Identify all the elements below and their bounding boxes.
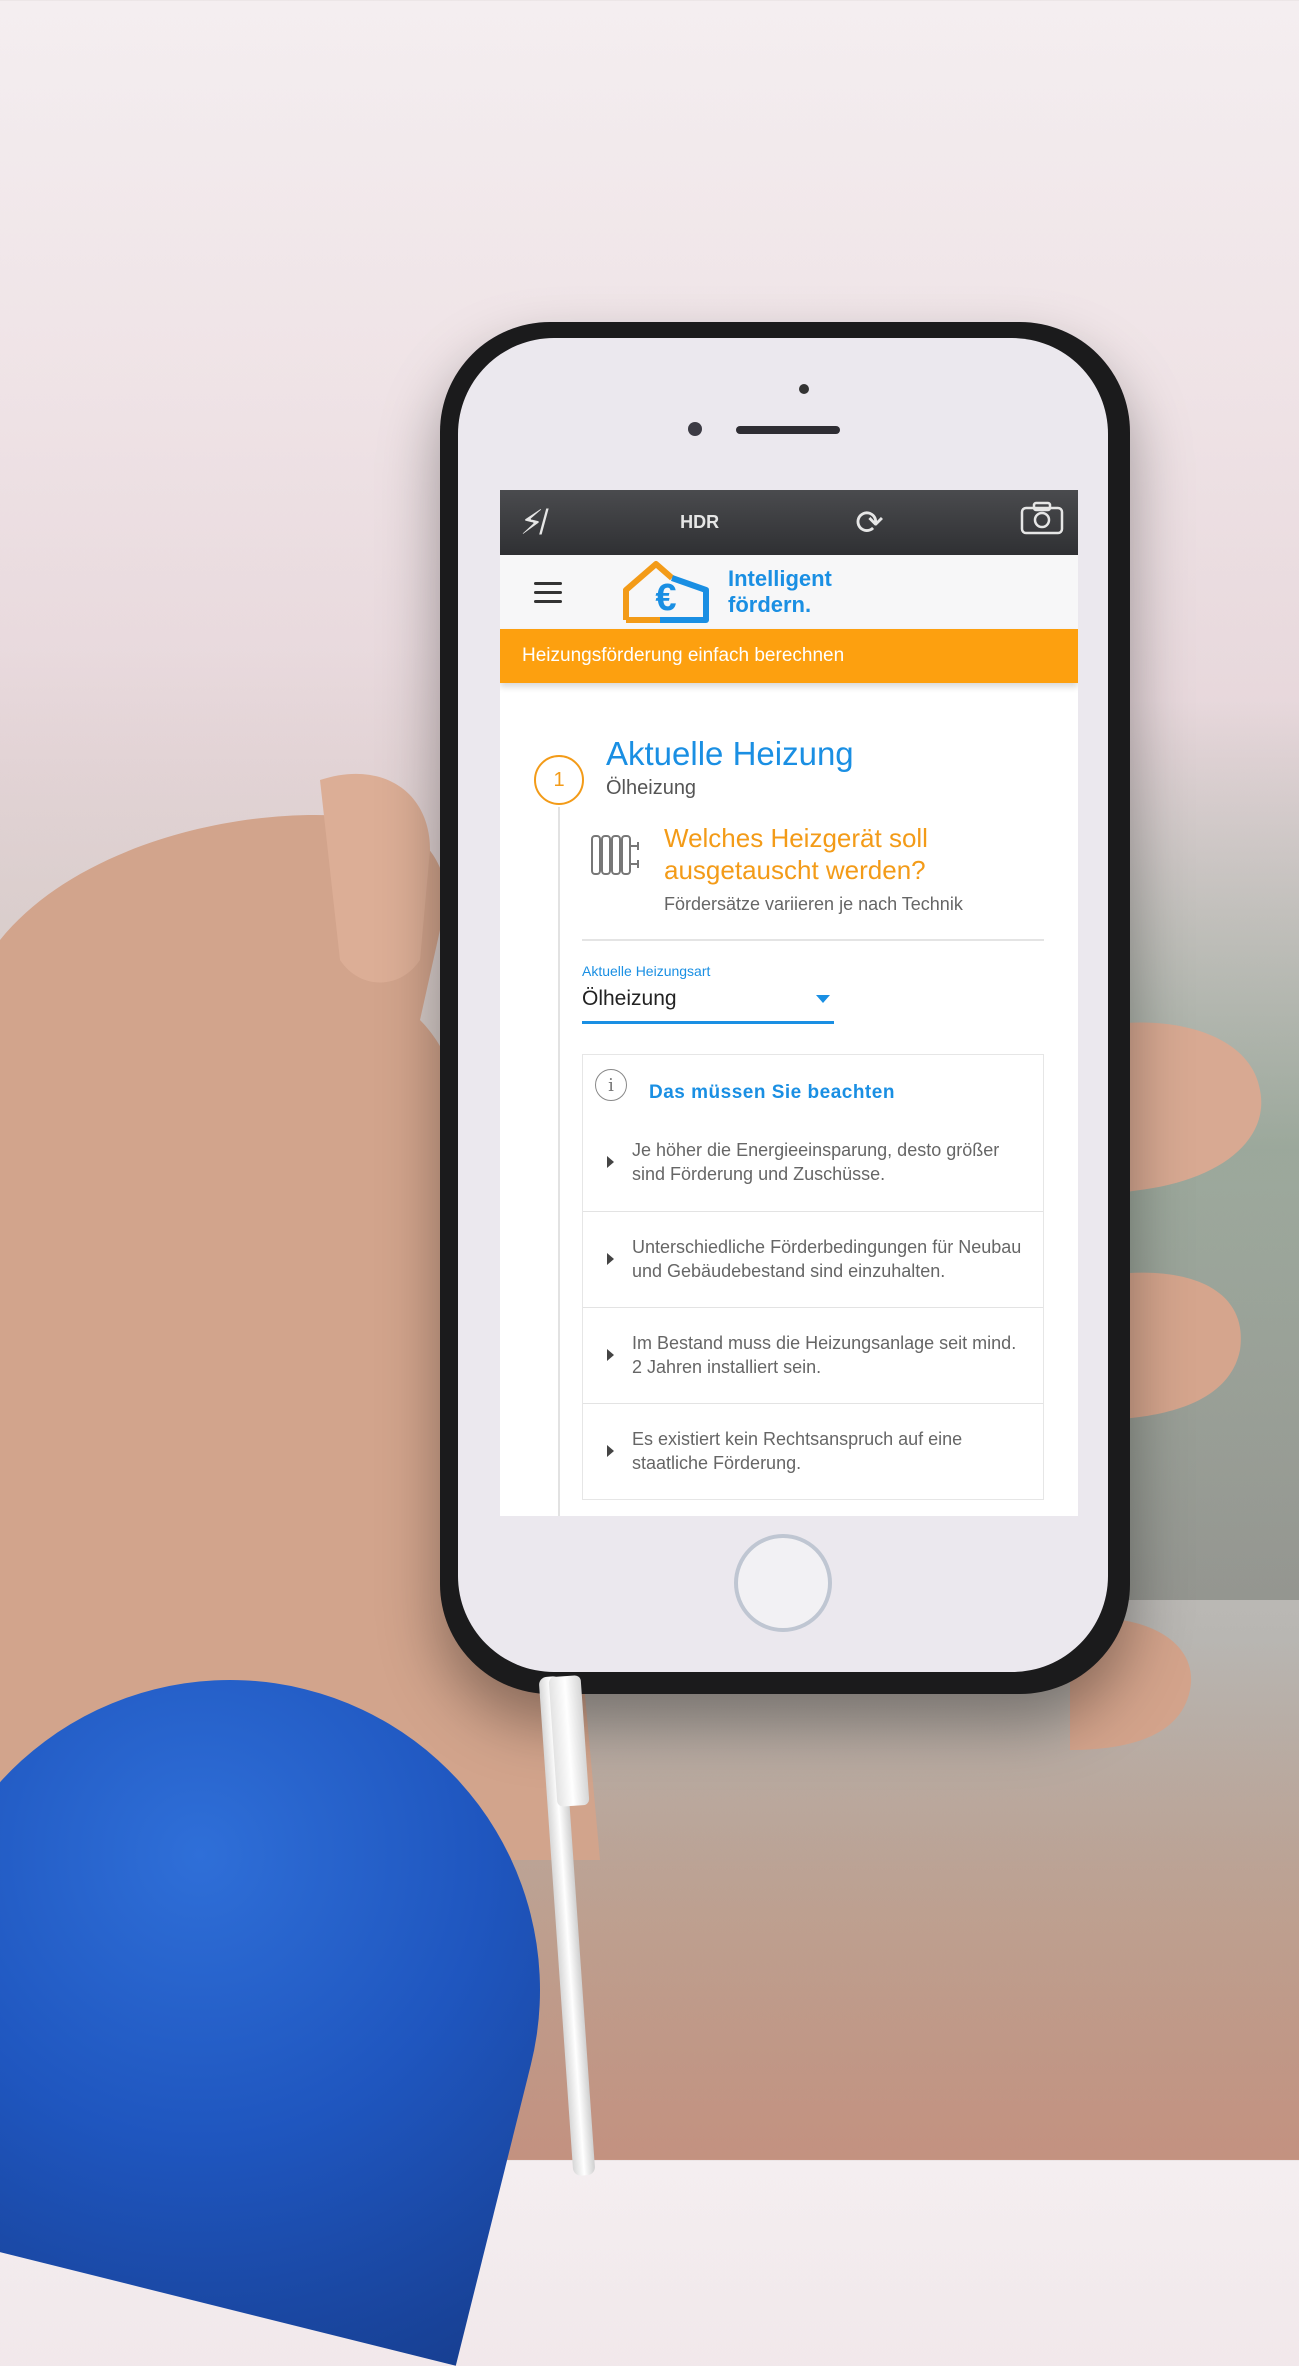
step-connector-line	[558, 807, 560, 1516]
heating-type-value: Ölheizung	[582, 987, 677, 1010]
caret-right-icon	[607, 1156, 614, 1168]
brand-line-1: Intelligent	[728, 566, 832, 591]
brand-name: Intelligent fördern.	[728, 566, 832, 618]
main-content: 1 Aktuelle Heizung Ölheizung Welches Hei…	[500, 683, 1078, 1516]
radiator-icon	[591, 835, 639, 875]
question-texts: Welches Heizgerät soll ausgetauscht werd…	[664, 822, 984, 915]
info-list-item[interactable]: Es existiert kein Rechtsanspruch auf ein…	[583, 1403, 1043, 1499]
caret-right-icon	[607, 1444, 614, 1457]
hamburger-menu-icon[interactable]	[534, 581, 562, 603]
heating-type-select[interactable]: Aktuelle Heizungsart Ölheizung	[582, 963, 834, 1024]
info-item-text: Unterschiedliche Förderbedingungen für N…	[632, 1236, 1022, 1281]
divider	[582, 939, 1044, 941]
info-item-text: Es existiert kein Rechtsanspruch auf ein…	[632, 1428, 963, 1473]
front-camera	[688, 422, 702, 436]
background-blur-left	[0, 650, 460, 1550]
camera-controls-bar: ⚡̸ HDR ⟳	[500, 490, 1078, 555]
earpiece-speaker	[736, 426, 840, 434]
question-title: Welches Heizgerät soll ausgetauscht werd…	[664, 823, 928, 885]
step-subtitle: Ölheizung	[606, 777, 697, 799]
info-list: Je höher die Energieeinsparung, desto gr…	[583, 1115, 1043, 1499]
info-panel: i Das müssen Sie beachten Je höher die E…	[582, 1054, 1044, 1500]
phone-screen: ⚡̸ HDR ⟳ € Intelligent fördern. Heizungs…	[500, 490, 1078, 1516]
info-list-item[interactable]: Im Bestand muss die Heizungsanlage seit …	[583, 1307, 1043, 1403]
logo[interactable]: € Intelligent fördern.	[620, 560, 832, 624]
step-section: 1 Aktuelle Heizung Ölheizung Welches Hei…	[500, 735, 1078, 1516]
info-list-item[interactable]: Je höher die Energieeinsparung, desto gr…	[583, 1115, 1043, 1211]
question-subtitle: Fördersätze variieren je nach Technik	[664, 894, 963, 914]
flash-off-icon[interactable]: ⚡̸	[520, 503, 544, 543]
info-list-item[interactable]: Unterschiedliche Förderbedingungen für N…	[583, 1211, 1043, 1307]
caret-right-icon	[607, 1348, 614, 1361]
svg-text:€: €	[655, 577, 676, 619]
camera-switch-icon[interactable]	[1020, 501, 1064, 544]
info-item-text: Im Bestand muss die Heizungsanlage seit …	[632, 1332, 1017, 1377]
dropdown-caret-icon[interactable]	[816, 995, 830, 1003]
caret-right-icon	[607, 1252, 614, 1265]
camera-icon	[1020, 501, 1064, 535]
promo-banner: Heizungsförderung einfach berechnen	[500, 629, 1078, 683]
timer-icon[interactable]: ⟳	[855, 503, 884, 543]
heating-type-label: Aktuelle Heizungsart	[582, 963, 711, 979]
brand-line-2: fördern.	[728, 592, 812, 617]
hdr-icon[interactable]: HDR	[680, 512, 719, 533]
info-panel-header: i Das müssen Sie beachten	[583, 1055, 1043, 1115]
info-panel-title: Das müssen Sie beachten	[649, 1082, 895, 1103]
step-number-badge: 1	[534, 755, 584, 805]
info-item-text: Je höher die Energieeinsparung, desto gr…	[632, 1140, 1000, 1184]
question-block: Welches Heizgerät soll ausgetauscht werd…	[588, 822, 1078, 915]
house-euro-logo-icon: €	[623, 561, 709, 623]
heating-type-select-row[interactable]: Ölheizung	[582, 979, 834, 1024]
home-button[interactable]	[734, 1534, 832, 1632]
step-title: Aktuelle Heizung	[606, 735, 854, 772]
app-bar: € Intelligent fördern.	[500, 555, 1078, 629]
sensor-dot	[799, 384, 809, 394]
info-icon: i	[595, 1069, 627, 1101]
